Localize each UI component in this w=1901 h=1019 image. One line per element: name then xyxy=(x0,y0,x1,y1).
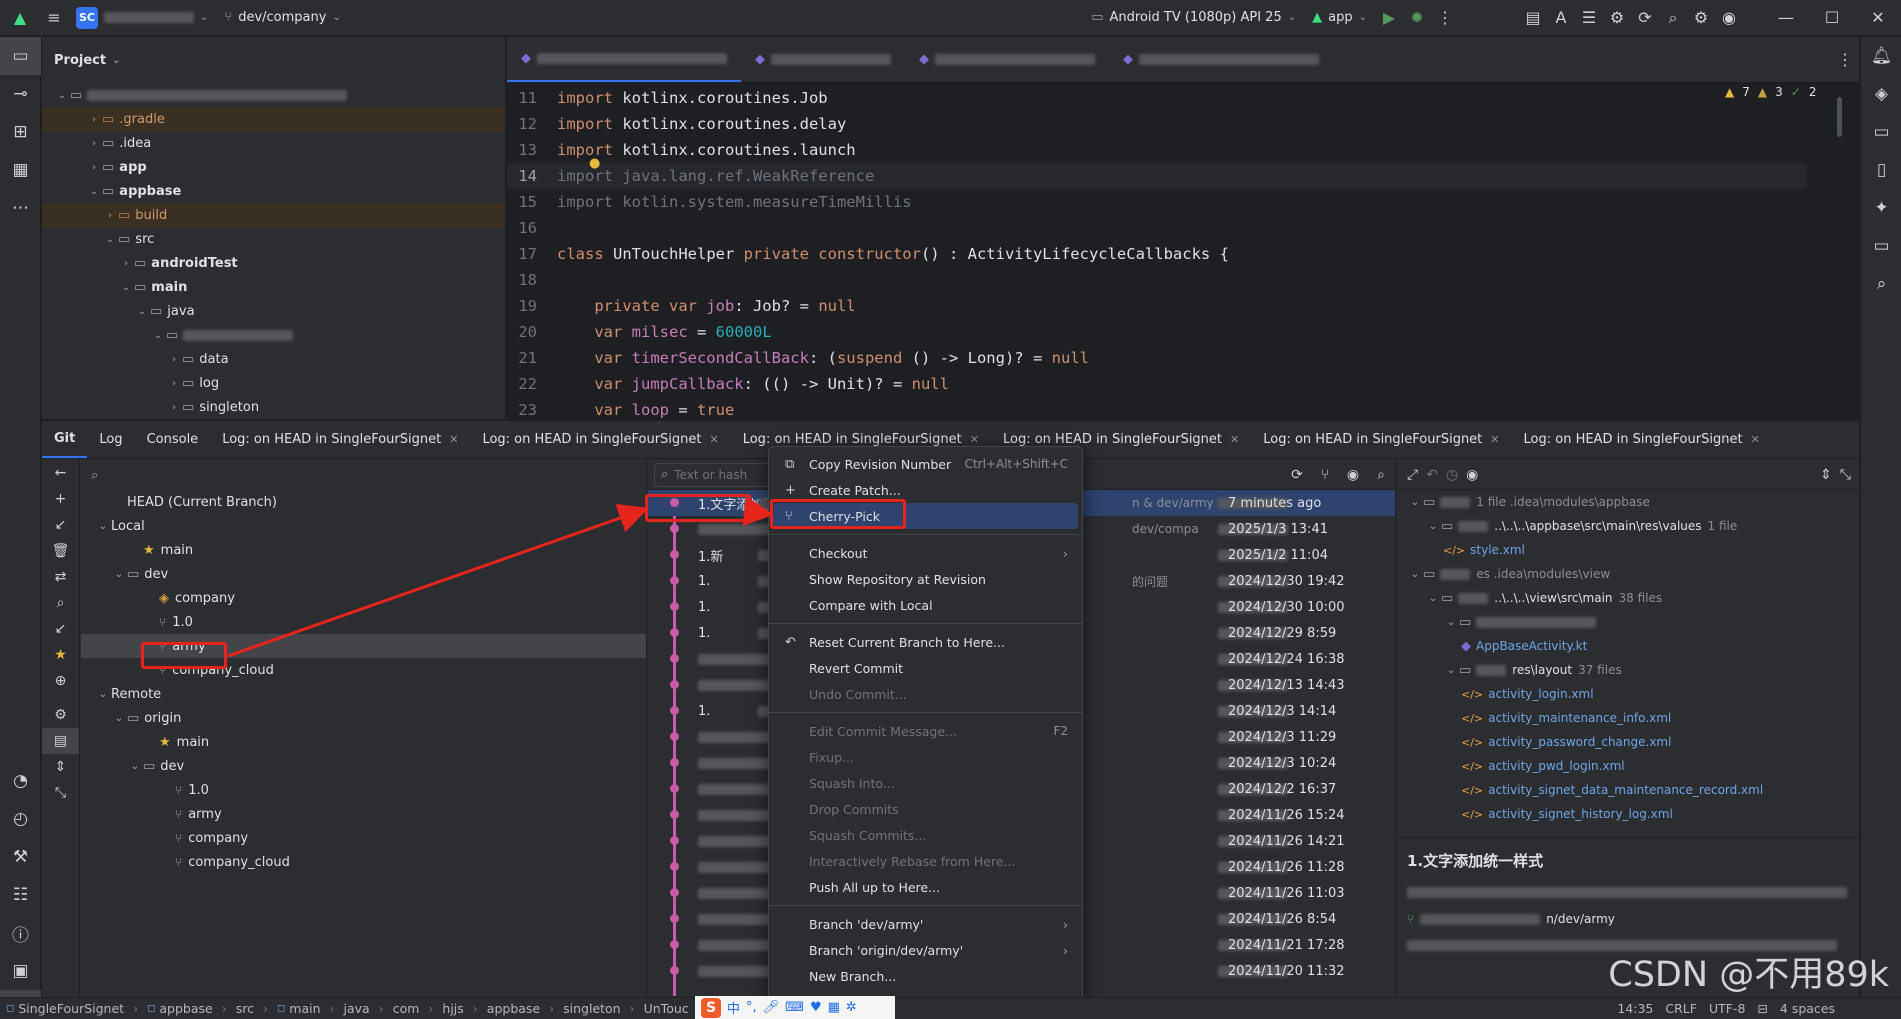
chevron-right-icon: › xyxy=(629,1001,635,1016)
module-icon: ◻ xyxy=(147,1003,156,1014)
breadcrumb-label: SingleFourSignet xyxy=(18,1001,125,1016)
breadcrumb-label: java xyxy=(343,1001,370,1016)
line-separator[interactable]: CRLF xyxy=(1659,1001,1703,1016)
breadcrumb-item[interactable]: hjjs xyxy=(436,1001,469,1016)
chevron-right-icon: › xyxy=(549,1001,555,1016)
indent-setting[interactable]: 4 spaces xyxy=(1774,1001,1841,1016)
breadcrumb-item[interactable]: UnTouc xyxy=(638,1001,695,1016)
microphone-icon[interactable]: 🎤︎ xyxy=(763,1000,780,1015)
breadcrumb-item[interactable]: ◻ SingleFourSignet xyxy=(0,1001,130,1016)
settings-icon[interactable]: ✲ xyxy=(846,1000,857,1015)
breadcrumb-item[interactable]: ◻ main xyxy=(271,1001,327,1016)
breadcrumb-label: hjjs xyxy=(442,1001,464,1016)
chevron-right-icon: › xyxy=(221,1001,227,1016)
caret-position[interactable]: 14:35 xyxy=(1611,1001,1659,1016)
breadcrumb-item[interactable]: java xyxy=(338,1001,376,1016)
punctuation-icon[interactable]: °, xyxy=(746,1000,757,1015)
toolbox-icon[interactable]: ▦ xyxy=(828,1000,840,1015)
breadcrumb-item[interactable]: appbase xyxy=(481,1001,546,1016)
breadcrumb-label: com xyxy=(392,1001,420,1016)
chevron-right-icon: › xyxy=(378,1001,384,1016)
breadcrumb-label: src xyxy=(235,1001,254,1016)
chevron-right-icon: › xyxy=(329,1001,335,1016)
breadcrumb-label: UnTouc xyxy=(643,1001,689,1016)
breadcrumb-item[interactable]: com xyxy=(387,1001,426,1016)
chevron-right-icon: › xyxy=(428,1001,434,1016)
arrow-commit-to-cherry-pick xyxy=(742,496,774,527)
breadcrumb-item[interactable]: ◻ appbase xyxy=(141,1001,219,1016)
arrow-army-to-commit xyxy=(227,503,649,658)
module-icon: ◻ xyxy=(276,1003,286,1014)
status-bar: ◻ SingleFourSignet › ◻ appbase › src › ◻ main › jav… xyxy=(0,997,1901,1019)
breadcrumb-label: main xyxy=(289,1001,321,1016)
ime-language[interactable]: 中 xyxy=(727,998,740,1017)
breadcrumb-label: appbase xyxy=(486,1001,541,1016)
breadcrumb-item[interactable]: singleton xyxy=(557,1001,626,1016)
chevron-right-icon: › xyxy=(472,1001,478,1016)
breadcrumb-label: appbase xyxy=(159,1001,213,1016)
breadcrumb-label: singleton xyxy=(563,1001,621,1016)
chevron-right-icon: › xyxy=(262,1001,268,1016)
ime-toolbar: S 中 °, 🎤︎ ⌨ ♥ ▦ ✲ xyxy=(695,996,895,1019)
keyboard-icon[interactable]: ⌨ xyxy=(785,1000,804,1015)
sogou-logo-icon[interactable]: S xyxy=(701,997,721,1018)
breadcrumb-item[interactable]: src xyxy=(230,1001,260,1016)
file-encoding[interactable]: UTF-8 xyxy=(1703,1001,1751,1016)
lock-icon[interactable]: ⊟ xyxy=(1751,1001,1773,1016)
chevron-right-icon: › xyxy=(133,1001,139,1016)
breadcrumb: ◻ SingleFourSignet › ◻ appbase › src › ◻ main › jav… xyxy=(0,1001,695,1016)
module-icon: ◻ xyxy=(6,1003,15,1014)
skin-icon[interactable]: ♥ xyxy=(810,1000,822,1015)
watermark: CSDN @不用89k xyxy=(1608,955,1889,995)
annotation-arrows xyxy=(227,496,774,658)
